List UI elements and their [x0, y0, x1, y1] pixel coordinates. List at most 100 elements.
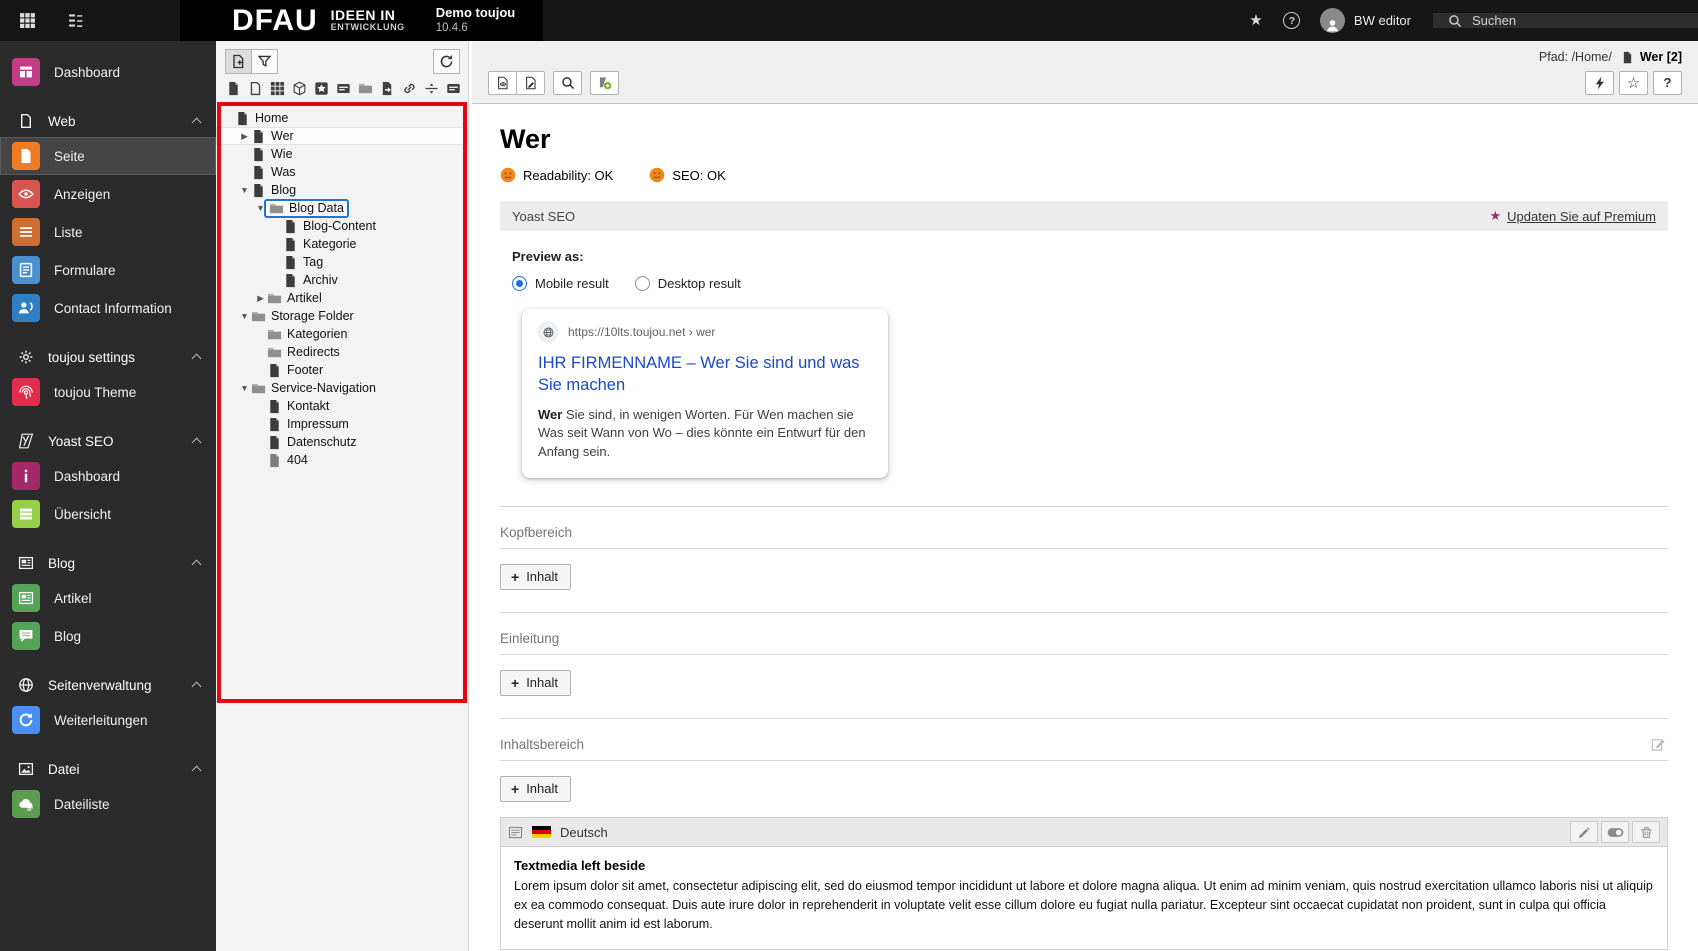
module-liste[interactable]: Liste [0, 213, 216, 251]
pagetype-cube-icon[interactable] [292, 81, 307, 96]
add-content-button[interactable]: + Inhalt [500, 564, 571, 591]
section-label: Einleitung [500, 631, 560, 647]
tree-node-impressum[interactable]: Impressum [216, 415, 468, 433]
tree-node-wer[interactable]: ▶ Wer [216, 127, 468, 145]
content-element[interactable]: Deutsch Textmedia left beside Lorem ipsu… [500, 817, 1668, 950]
tree-node-label: Kontakt [287, 399, 330, 413]
tree-node-blog-data[interactable]: ▼ Blog Data [216, 198, 468, 218]
tree-node-archiv[interactable]: Archiv [216, 271, 468, 289]
tree-node-tag[interactable]: Tag [216, 253, 468, 271]
pagetype-card-icon[interactable] [336, 81, 351, 96]
yoast-panel-header: Yoast SEO Updaten Sie auf Premium [500, 201, 1668, 231]
tree-node-kategorie[interactable]: Kategorie [216, 235, 468, 253]
clear-cache-button[interactable] [1585, 71, 1614, 95]
refresh-tree-button[interactable] [433, 49, 460, 74]
preview-as-label: Preview as: [512, 249, 584, 264]
tree-node-datenschutz[interactable]: Datenschutz [216, 433, 468, 451]
new-page-button[interactable] [225, 49, 252, 74]
module-formulare[interactable]: Formulare [0, 251, 216, 289]
new-page-icon [231, 54, 246, 69]
globe-icon [18, 677, 34, 693]
tree-node-404[interactable]: 404 [216, 451, 468, 469]
pagetype-card-icon[interactable] [446, 81, 461, 96]
menu-section-blog[interactable]: Blog [0, 547, 216, 579]
pagetype-divider-icon[interactable] [424, 81, 439, 96]
tree-node-service-navigation[interactable]: ▼ Service-Navigation [216, 379, 468, 397]
help-icon[interactable]: ? [1276, 0, 1308, 41]
radio-mobile-result[interactable]: Mobile result [512, 276, 609, 291]
tree-node-redirects[interactable]: Redirects [216, 343, 468, 361]
tree-node-blog-content[interactable]: Blog-Content [216, 217, 468, 235]
tree-node-artikel[interactable]: ▶ Artikel [216, 289, 468, 307]
bookmark-button[interactable] [1619, 71, 1648, 95]
radio-desktop-result[interactable]: Desktop result [634, 276, 741, 291]
tree-node-label: Was [271, 165, 296, 179]
plus-icon: + [511, 568, 520, 585]
tree-node-kontakt[interactable]: Kontakt [216, 397, 468, 415]
tree-node-wie[interactable]: Wie [216, 145, 468, 163]
delete-element-button[interactable] [1632, 821, 1660, 844]
menu-section-web[interactable]: Web [0, 105, 216, 137]
docheader-help-button[interactable] [1653, 71, 1682, 95]
pagetype-grid3-icon[interactable] [270, 81, 285, 96]
bookmark-star-icon[interactable] [1240, 0, 1272, 41]
module-dateiliste[interactable]: Dateiliste [0, 785, 216, 823]
serp-preview-card: https://10lts.toujou.net › wer IHR FIRME… [522, 309, 888, 479]
tree-node-home[interactable]: Home [216, 109, 468, 127]
modules-grid-icon[interactable] [10, 0, 44, 41]
menu-section-yoast-seo[interactable]: Yoast SEO [0, 425, 216, 457]
expander-open-icon[interactable]: ▼ [238, 311, 251, 321]
add-content-button[interactable]: + Inhalt [500, 776, 571, 803]
pagetree-toggle-icon[interactable] [58, 0, 92, 41]
chevron-up-icon [191, 765, 202, 776]
yoast-icon [598, 76, 612, 90]
tree-node-storage-folder[interactable]: ▼ Storage Folder [216, 307, 468, 325]
module-contact-information[interactable]: Contact Information [0, 289, 216, 327]
comment-icon [12, 622, 40, 650]
module-artikel[interactable]: Artikel [0, 579, 216, 617]
menu-section-label: Datei [48, 761, 80, 777]
filter-button[interactable] [251, 49, 278, 74]
module-übersicht[interactable]: Übersicht [0, 495, 216, 533]
menu-section-toujou-settings[interactable]: toujou settings [0, 341, 216, 373]
menu-section-datei[interactable]: Datei [0, 753, 216, 785]
expander-open-icon[interactable]: ▼ [238, 185, 251, 195]
menu-section-seitenverwaltung[interactable]: Seitenverwaltung [0, 669, 216, 701]
tree-node-footer[interactable]: Footer [216, 361, 468, 379]
edit-content-icon[interactable] [1651, 737, 1666, 752]
pagetype-pageO-icon[interactable] [248, 81, 263, 96]
pagetype-folder-icon[interactable] [358, 81, 373, 96]
pagetype-pagearrow-icon[interactable] [380, 81, 395, 96]
view-page-button[interactable] [488, 71, 517, 95]
module-dashboard[interactable]: Dashboard [0, 457, 216, 495]
module-toujou-theme[interactable]: toujou Theme [0, 373, 216, 411]
module-blog[interactable]: Blog [0, 617, 216, 655]
search-input[interactable]: Suchen [1433, 13, 1698, 28]
edit-page-properties-button[interactable] [516, 71, 545, 95]
module-anzeigen[interactable]: Anzeigen [0, 175, 216, 213]
tree-node-was[interactable]: Was [216, 163, 468, 181]
search-page-button[interactable] [553, 71, 582, 95]
pagetype-starbox-icon[interactable] [314, 81, 329, 96]
edit-page-icon [524, 76, 538, 90]
pagetype-page-icon[interactable] [226, 81, 241, 96]
yoast-seo-button[interactable] [590, 71, 619, 95]
premium-upgrade-link[interactable]: Updaten Sie auf Premium [1489, 207, 1656, 225]
tree-node-kategorien[interactable]: Kategorien [216, 325, 468, 343]
user-menu[interactable]: BW editor [1312, 8, 1429, 33]
add-content-button[interactable]: + Inhalt [500, 670, 571, 697]
redo-icon [12, 706, 40, 734]
tree-node-blog[interactable]: ▼ Blog [216, 181, 468, 199]
module-dashboard[interactable]: Dashboard [0, 53, 216, 91]
visibility-toggle-button[interactable] [1601, 821, 1629, 844]
expander-closed-icon[interactable]: ▶ [254, 293, 267, 304]
expander-open-icon[interactable]: ▼ [238, 383, 251, 393]
expander-closed-icon[interactable]: ▶ [238, 131, 251, 142]
pagetype-link-icon[interactable] [402, 81, 417, 96]
yoast-panel-title: Yoast SEO [512, 208, 576, 224]
module-weiterleitungen[interactable]: Weiterleitungen [0, 701, 216, 739]
avatar [1319, 8, 1345, 33]
gear-icon [18, 349, 34, 365]
module-seite[interactable]: Seite [0, 137, 216, 175]
edit-element-button[interactable] [1570, 821, 1598, 844]
